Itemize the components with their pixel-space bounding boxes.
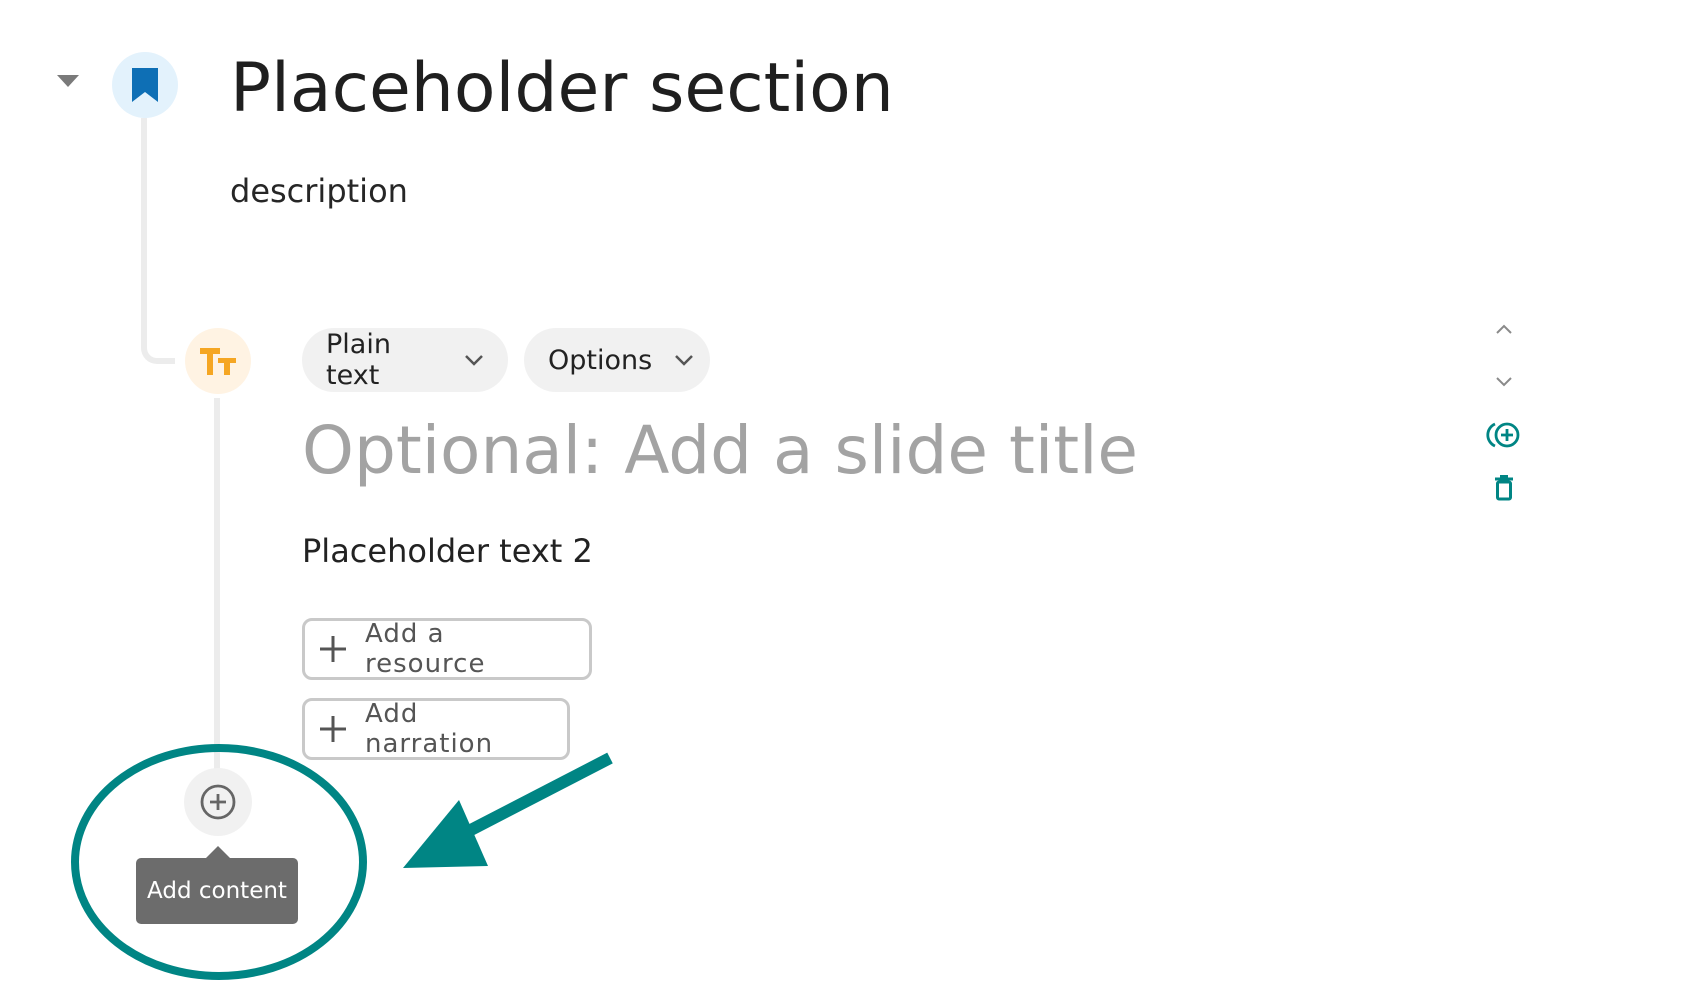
text-size-icon xyxy=(200,348,236,375)
section-description[interactable]: description xyxy=(230,170,408,212)
add-resource-button[interactable]: Add a resource xyxy=(302,618,592,680)
plus-icon xyxy=(319,635,347,663)
options-dropdown[interactable]: Options xyxy=(524,328,710,392)
add-narration-label: Add narration xyxy=(365,699,494,759)
duplicate-icon xyxy=(1486,422,1520,448)
editor-canvas: Placeholder section description Plain te… xyxy=(0,0,1682,990)
timeline-connector xyxy=(214,398,220,770)
chevron-down-icon xyxy=(1496,377,1512,387)
trash-icon xyxy=(1495,475,1513,501)
add-resource-label: Add a resource xyxy=(365,619,486,679)
chevron-down-icon xyxy=(464,354,484,366)
chevron-down-icon xyxy=(674,354,694,366)
timeline-connector-elbow xyxy=(141,330,175,364)
timeline-connector xyxy=(141,118,147,334)
add-content-button[interactable] xyxy=(184,768,252,836)
annotation-arrow-shaft xyxy=(462,752,613,839)
slide-type-dropdown[interactable]: Plain text xyxy=(302,328,508,392)
slide-type-label: Plain text xyxy=(326,329,391,391)
section-title[interactable]: Placeholder section xyxy=(230,45,894,133)
duplicate-slide-button[interactable] xyxy=(1484,415,1524,455)
bookmark-icon xyxy=(132,68,158,102)
chevron-up-icon xyxy=(1496,324,1512,334)
caret-down-icon xyxy=(57,75,79,87)
delete-slide-button[interactable] xyxy=(1484,468,1524,508)
options-label: Options xyxy=(548,344,653,376)
collapse-section-button[interactable] xyxy=(54,68,82,92)
annotation-arrow-head xyxy=(403,800,488,868)
move-up-button[interactable] xyxy=(1484,309,1524,349)
slide-type-badge xyxy=(185,328,251,394)
slide-body-text[interactable]: Placeholder text 2 xyxy=(302,530,593,572)
add-content-tooltip: Add content xyxy=(136,858,298,924)
annotation-overlay xyxy=(71,744,613,980)
plus-icon xyxy=(319,715,347,743)
plus-circle-icon xyxy=(200,784,236,820)
move-down-button[interactable] xyxy=(1484,362,1524,402)
slide-title-input[interactable]: Optional: Add a slide title xyxy=(302,408,1138,494)
add-narration-button[interactable]: Add narration xyxy=(302,698,570,760)
section-badge xyxy=(112,52,178,118)
